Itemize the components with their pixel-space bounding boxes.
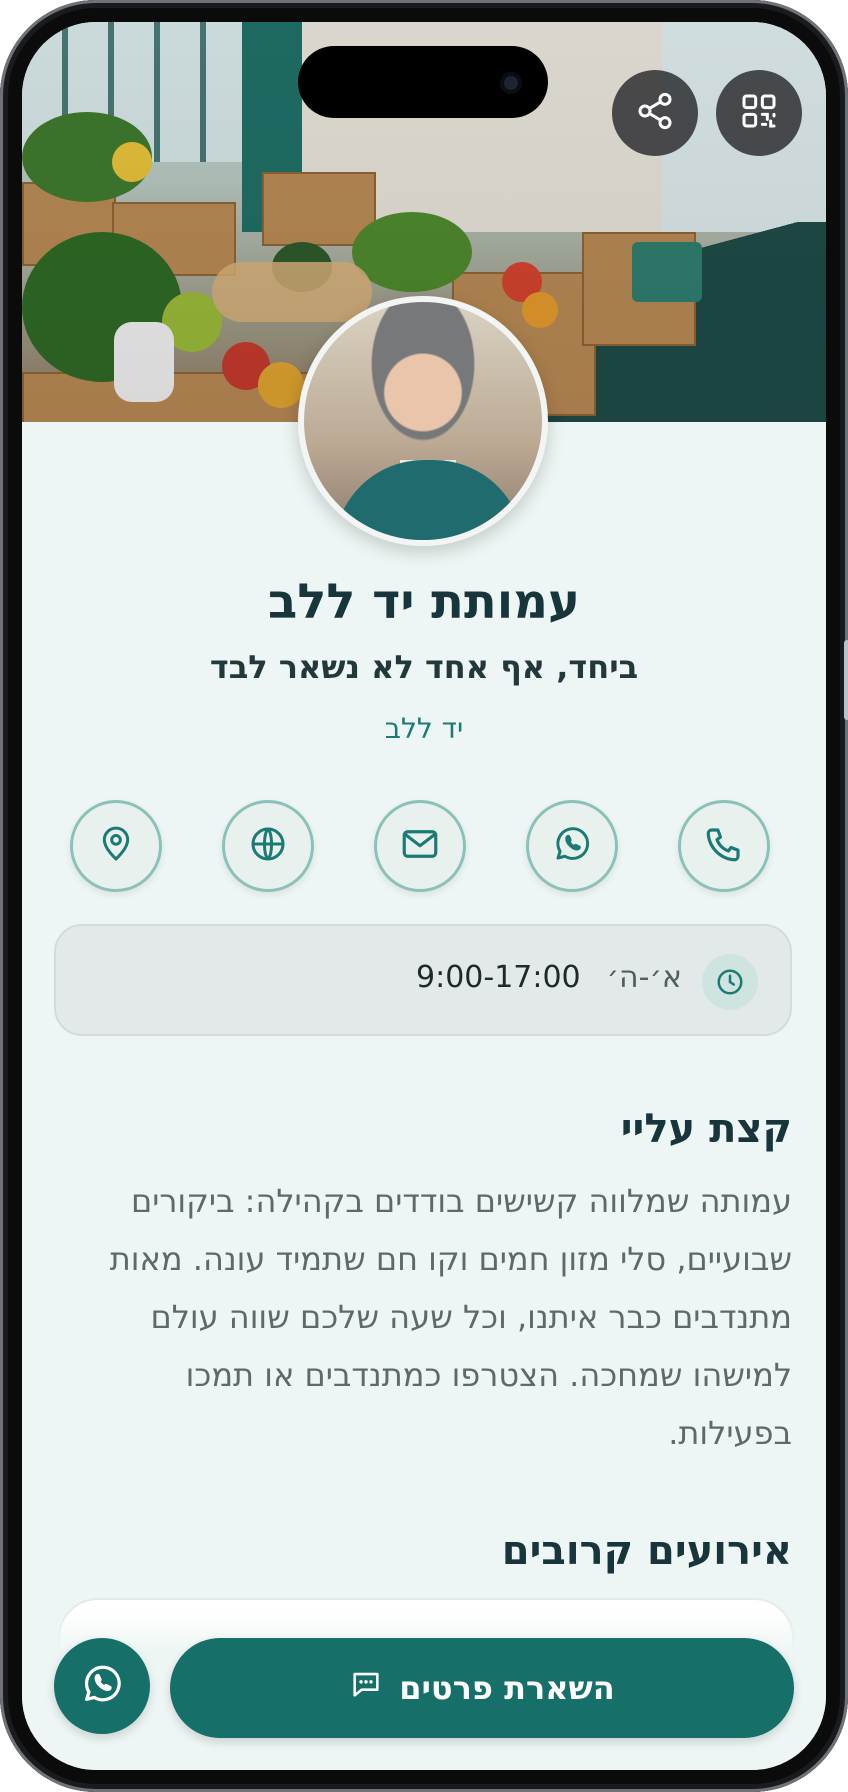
leave-details-button[interactable]: השארת פרטים <box>170 1638 794 1738</box>
hours-time: 9:00-17:00 <box>416 960 581 995</box>
share-icon <box>635 91 675 135</box>
qr-code-icon <box>739 91 779 135</box>
profile-avatar <box>298 296 548 546</box>
opening-hours-card: א׳-ה׳ 9:00-17:00 <box>54 924 792 1036</box>
website-button[interactable] <box>222 800 314 892</box>
clock-icon <box>702 954 758 1010</box>
side-button <box>844 640 848 720</box>
camera-lens <box>500 72 522 94</box>
profile-name: עמותת יד ללב <box>268 574 580 630</box>
globe-icon <box>248 824 288 868</box>
cta-label: השארת פרטים <box>399 1669 615 1707</box>
whatsapp-button[interactable] <box>526 800 618 892</box>
whatsapp-float-button[interactable] <box>54 1638 150 1734</box>
phone-frame: עמותת יד ללב ביחד, אף אחד לא נשאר לבד יד… <box>0 0 848 1792</box>
whatsapp-icon <box>551 823 593 869</box>
phone-button[interactable] <box>678 800 770 892</box>
about-title: קצת עליי <box>620 1106 792 1152</box>
mail-icon <box>399 823 441 869</box>
location-button[interactable] <box>70 800 162 892</box>
email-button[interactable] <box>374 800 466 892</box>
qr-code-button[interactable] <box>716 70 802 156</box>
about-text: עמותה שמלווה קשישים בודדים בקהילה: ביקור… <box>109 1182 792 1452</box>
chat-icon <box>349 1667 383 1709</box>
profile-org-name: יד ללב <box>384 712 464 745</box>
screen: עמותת יד ללב ביחד, אף אחד לא נשאר לבד יד… <box>22 22 826 1770</box>
profile-tagline: ביחד, אף אחד לא נשאר לבד <box>209 648 639 686</box>
hours-days: א׳-ה׳ <box>606 960 682 995</box>
dynamic-island <box>298 46 548 118</box>
phone-icon <box>703 823 745 869</box>
events-title: אירועים קרובים <box>501 1528 792 1574</box>
map-pin-icon <box>96 824 136 868</box>
avatar-shirt <box>334 460 524 540</box>
whatsapp-icon <box>79 1661 125 1711</box>
share-button[interactable] <box>612 70 698 156</box>
